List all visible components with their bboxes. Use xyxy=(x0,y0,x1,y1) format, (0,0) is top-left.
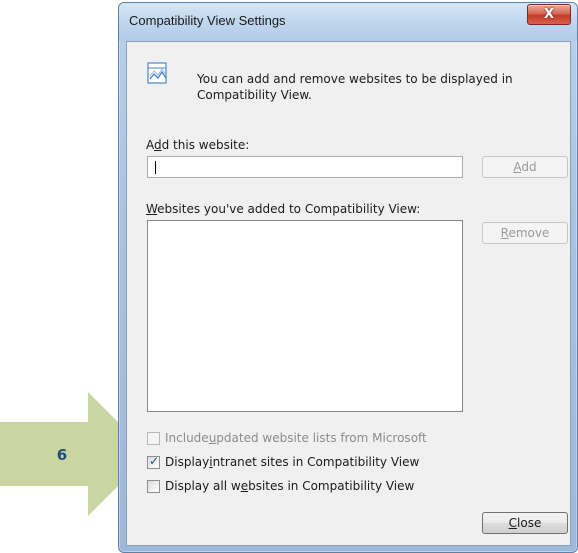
websites-list-label: Websites you've added to Compatibility V… xyxy=(146,202,420,216)
websites-listbox[interactable] xyxy=(147,220,463,412)
accelerator-key: W xyxy=(146,202,158,216)
display-all-websites-option[interactable]: Display all w e bsites in Compatibility Vi… xyxy=(147,478,414,494)
accelerator-key: C xyxy=(508,516,518,530)
display-intranet-checkbox[interactable]: ✓ xyxy=(147,453,160,469)
add-website-input[interactable] xyxy=(147,156,463,178)
button-text: dd xyxy=(521,160,537,174)
dialog-client-area: You can add and remove websites to be di… xyxy=(126,41,571,546)
dialog-titlebar[interactable]: Compatibility View Settings X xyxy=(119,3,577,41)
checkmark-icon: ✓ xyxy=(149,453,160,468)
option-text: bsites in Compatibility View xyxy=(248,479,415,493)
label-text: ebsites you've added to Compatibility Vi… xyxy=(157,202,421,216)
accelerator-key: d xyxy=(154,138,162,152)
info-description: You can add and remove websites to be di… xyxy=(197,72,513,102)
screenshot-root: 6 Compatibility View Settings X You can … xyxy=(0,0,578,553)
option-text: ntranet sites in Compatibility View xyxy=(212,455,420,469)
text-cursor xyxy=(155,161,156,174)
website-compat-icon xyxy=(147,62,167,84)
option-text: Include xyxy=(165,431,209,445)
display-all-websites-checkbox[interactable] xyxy=(147,479,160,493)
include-updated-lists-checkbox[interactable] xyxy=(147,431,160,445)
label-text: d this website: xyxy=(161,138,250,152)
close-button[interactable]: Close xyxy=(482,512,568,534)
accelerator-key: u xyxy=(208,431,217,445)
accelerator-key: e xyxy=(240,479,249,493)
include-updated-lists-option[interactable]: Include u pdated website lists from Micro… xyxy=(147,430,427,446)
option-text: pdated website lists from Microsoft xyxy=(216,431,427,445)
close-window-button[interactable]: X xyxy=(527,4,571,25)
button-text: emove xyxy=(508,226,550,240)
button-text: lose xyxy=(517,516,542,530)
dialog-title: Compatibility View Settings xyxy=(129,13,286,28)
label-text: A xyxy=(146,138,154,152)
compatibility-view-dialog: Compatibility View Settings X You can ad… xyxy=(118,2,578,553)
add-button[interactable]: Add xyxy=(482,156,568,178)
option-text: Display all w xyxy=(165,479,241,493)
callout-step-number: 6 xyxy=(56,446,68,464)
display-intranet-option[interactable]: ✓ Display i ntranet sites in Compatibilit… xyxy=(147,454,419,470)
remove-button[interactable]: Remove xyxy=(482,222,568,244)
add-website-label: Add this website: xyxy=(146,138,249,152)
close-icon: X xyxy=(543,7,555,22)
option-text: Display xyxy=(165,455,210,469)
